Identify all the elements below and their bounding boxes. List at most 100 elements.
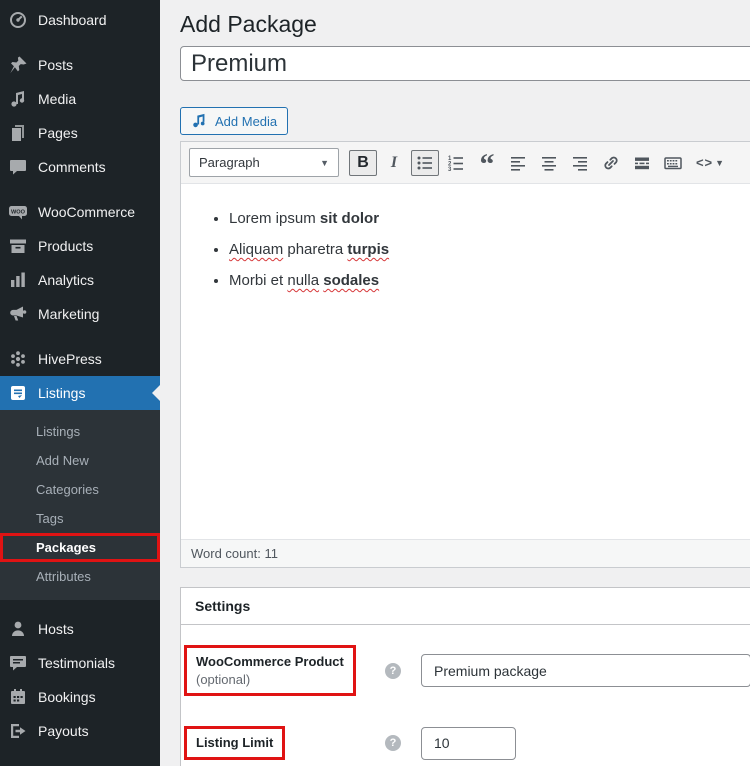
list-item: Aliquam pharetra turpis bbox=[229, 241, 750, 258]
submenu-item-categories[interactable]: Categories bbox=[0, 475, 160, 504]
submenu-item-add-new[interactable]: Add New bbox=[0, 446, 160, 475]
submenu-item-attributes[interactable]: Attributes bbox=[0, 562, 160, 591]
classic-editor: Paragraph ▼ B I 123 “ <> ▼ • Lorem ipsum… bbox=[180, 141, 750, 568]
person-icon bbox=[8, 619, 28, 639]
sidebar-item-analytics[interactable]: Analytics bbox=[0, 263, 160, 297]
text-segment: Morbi et bbox=[229, 272, 288, 289]
read-more-tag-button[interactable] bbox=[628, 150, 656, 176]
sidebar-item-label: Products bbox=[38, 238, 94, 254]
sidebar-item-label: Payouts bbox=[38, 723, 89, 739]
bold-icon: B bbox=[357, 153, 369, 171]
field-label-column: WooCommerce Product (optional) bbox=[184, 645, 385, 696]
field-sublabel: (optional) bbox=[196, 672, 251, 687]
hivepress-icon bbox=[8, 349, 28, 369]
italic-button[interactable]: I bbox=[380, 150, 408, 176]
pushpin-icon bbox=[8, 55, 28, 75]
sidebar-item-label: Listings bbox=[38, 385, 86, 401]
sidebar-item-label: Analytics bbox=[38, 272, 95, 288]
sidebar-item-dashboard[interactable]: Dashboard bbox=[0, 3, 160, 37]
sidebar-item-bookings[interactable]: Bookings bbox=[0, 680, 160, 714]
sidebar-item-label: Comments bbox=[38, 159, 106, 175]
woocommerce-product-row: WooCommerce Product (optional) bbox=[184, 645, 750, 696]
active-menu-arrow bbox=[152, 385, 160, 401]
admin-sidebar: Dashboard Posts Media Pages Comments WOO… bbox=[0, 0, 160, 766]
italic-icon: I bbox=[390, 153, 398, 171]
sidebar-item-label: Bookings bbox=[38, 689, 96, 705]
align-left-icon bbox=[511, 156, 525, 171]
sidebar-item-hosts[interactable]: Hosts bbox=[0, 612, 160, 646]
sidebar-item-woocommerce[interactable]: WOO WooCommerce bbox=[0, 195, 160, 229]
help-icon[interactable] bbox=[385, 735, 401, 751]
add-media-button[interactable]: Add Media bbox=[180, 107, 289, 135]
sidebar-item-hivepress[interactable]: HivePress bbox=[0, 342, 160, 376]
numbered-list-button[interactable]: 123 bbox=[442, 150, 470, 176]
sidebar-item-label: Marketing bbox=[38, 306, 100, 322]
package-title-input[interactable] bbox=[180, 46, 750, 81]
admin-menu: Dashboard Posts Media Pages Comments WOO… bbox=[0, 3, 160, 766]
sidebar-item-label: Media bbox=[38, 91, 77, 107]
word-count: Word count: 11 bbox=[191, 546, 278, 561]
blockquote-button[interactable] bbox=[473, 150, 501, 176]
bulleted-list-button[interactable] bbox=[411, 149, 439, 176]
align-left-button[interactable] bbox=[504, 150, 532, 176]
submenu-item-tags[interactable]: Tags bbox=[0, 504, 160, 533]
page-title: Add Package bbox=[180, 11, 317, 37]
keyboard-shortcuts-button[interactable] bbox=[659, 150, 687, 176]
svg-text:3: 3 bbox=[448, 167, 452, 173]
add-media-icon bbox=[191, 113, 209, 129]
bold-button[interactable]: B bbox=[349, 149, 377, 176]
code-icon: <> bbox=[695, 155, 714, 170]
submenu-item-packages[interactable]: Packages bbox=[0, 533, 160, 562]
keyboard-icon bbox=[664, 156, 682, 169]
dashboard-icon bbox=[8, 10, 28, 30]
chevron-down-icon: ▼ bbox=[715, 157, 725, 168]
numbered-list-icon: 123 bbox=[448, 156, 463, 173]
submenu-item-listings[interactable]: Listings bbox=[0, 417, 160, 446]
sidebar-item-pages[interactable]: Pages bbox=[0, 116, 160, 150]
chat-icon bbox=[8, 653, 28, 673]
insert-link-button[interactable] bbox=[597, 150, 625, 176]
woocommerce-product-input[interactable] bbox=[421, 654, 750, 687]
settings-metabox-body: WooCommerce Product (optional) Listing L… bbox=[181, 625, 750, 766]
listing-limit-input[interactable] bbox=[421, 726, 516, 760]
editor-content-area[interactable]: Lorem ipsum sit dolor Aliquam pharetra t… bbox=[181, 184, 750, 539]
sidebar-item-marketing[interactable]: Marketing bbox=[0, 297, 160, 331]
align-center-button[interactable] bbox=[535, 150, 563, 176]
sidebar-item-label: HivePress bbox=[38, 351, 102, 367]
exit-arrow-icon bbox=[8, 721, 28, 741]
sidebar-item-listings[interactable]: Listings bbox=[0, 376, 160, 410]
sidebar-item-comments[interactable]: Comments bbox=[0, 150, 160, 184]
text-segment: pharetra bbox=[283, 241, 348, 258]
help-icon[interactable] bbox=[385, 662, 401, 679]
sidebar-item-media[interactable]: Media bbox=[0, 82, 160, 116]
code-dropdown-button[interactable]: <> ▼ bbox=[690, 150, 730, 176]
woocommerce-icon: WOO bbox=[8, 202, 28, 222]
sidebar-item-payouts[interactable]: Payouts bbox=[0, 714, 160, 748]
bulleted-list-icon bbox=[417, 156, 432, 169]
sidebar-bottom-group: Hosts Testimonials Bookings Payouts bbox=[0, 612, 160, 748]
archive-box-icon bbox=[8, 236, 28, 256]
field-label: Listing Limit bbox=[196, 735, 274, 750]
sidebar-item-label: Hosts bbox=[38, 621, 74, 637]
listings-submenu: Listings Add New Categories Tags Package… bbox=[0, 410, 160, 600]
text-segment-misspelled: Aliquam bbox=[229, 241, 284, 258]
sidebar-item-products[interactable]: Products bbox=[0, 229, 160, 263]
pages-icon bbox=[8, 123, 28, 143]
sidebar-item-posts[interactable]: Posts bbox=[0, 48, 160, 82]
calendar-icon bbox=[8, 687, 28, 707]
svg-text:WOO: WOO bbox=[11, 209, 26, 215]
sidebar-item-testimonials[interactable]: Testimonials bbox=[0, 646, 160, 680]
sidebar-item-label: Posts bbox=[38, 57, 74, 73]
sidebar-item-label: Dashboard bbox=[38, 12, 107, 28]
add-media-label: Add Media bbox=[215, 113, 278, 129]
sidebar-item-label: WooCommerce bbox=[38, 204, 135, 220]
settings-metabox-header[interactable]: Settings bbox=[181, 588, 750, 625]
text-segment-bold-misspelled: sodales bbox=[323, 272, 380, 289]
paragraph-format-dropdown[interactable]: Paragraph ▼ bbox=[189, 148, 339, 177]
align-right-button[interactable] bbox=[566, 150, 594, 176]
paragraph-format-label: Paragraph bbox=[199, 155, 260, 170]
annotation-box-woocommerce-product: WooCommerce Product (optional) bbox=[184, 645, 356, 696]
field-label-column: Listing Limit bbox=[184, 726, 385, 760]
chevron-down-icon: ▼ bbox=[320, 157, 329, 168]
editor-statusbar: Word count: 11 bbox=[181, 539, 750, 567]
